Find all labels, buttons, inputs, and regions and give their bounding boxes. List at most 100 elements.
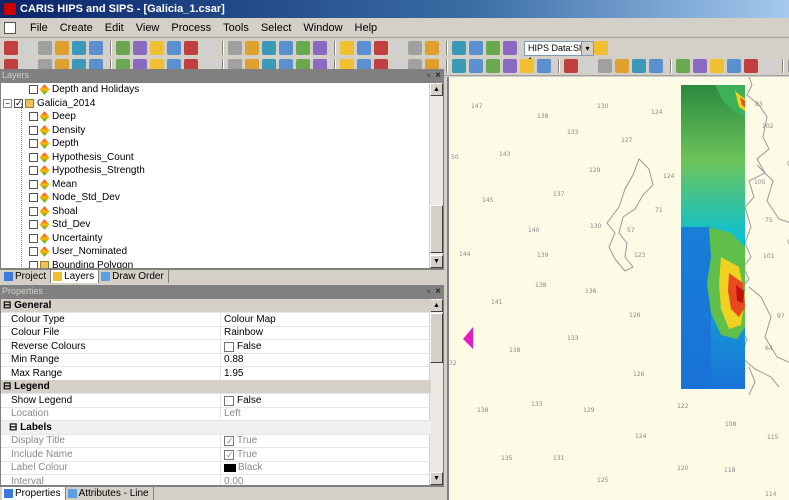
menu-window[interactable]: Window xyxy=(297,19,348,37)
scroll-thumb[interactable] xyxy=(430,205,443,253)
property-row[interactable]: Label Colour Black xyxy=(1,461,431,475)
properties-scrollbar[interactable]: ▲ ▼ xyxy=(429,299,443,485)
scroll-down-icon[interactable]: ▼ xyxy=(430,255,443,268)
toolbar-tool-icon[interactable] xyxy=(452,59,466,73)
layer-checkbox[interactable] xyxy=(29,193,38,202)
scroll-up-icon[interactable]: ▲ xyxy=(430,83,443,96)
pin-icon[interactable]: ▫ xyxy=(427,285,430,298)
toolbar-tool-icon[interactable] xyxy=(408,41,422,55)
property-value[interactable]: True xyxy=(220,434,431,448)
toolbar-tool-icon[interactable] xyxy=(615,59,629,73)
toolbar-tool-icon[interactable] xyxy=(469,59,483,73)
toolbar-tool-icon[interactable] xyxy=(374,41,388,55)
layer-checkbox[interactable] xyxy=(29,233,38,243)
menu-create[interactable]: Create xyxy=(54,19,99,37)
layer-item[interactable]: Density xyxy=(29,124,85,137)
toolbar-tool-icon[interactable] xyxy=(279,41,293,55)
scroll-down-icon[interactable]: ▼ xyxy=(430,472,443,485)
layer-checkbox[interactable] xyxy=(29,260,38,268)
layer-checkbox[interactable] xyxy=(29,206,38,216)
toolbar-tool-icon[interactable] xyxy=(21,41,35,55)
property-row[interactable]: Colour File Rainbow xyxy=(1,326,431,340)
layer-item[interactable]: Node_Std_Dev xyxy=(29,191,120,204)
toolbar-tool-icon[interactable] xyxy=(632,59,646,73)
menu-view[interactable]: View xyxy=(130,19,166,37)
toolbar-tool-icon[interactable] xyxy=(357,41,371,55)
toolbar-tool-icon[interactable] xyxy=(4,41,18,55)
menu-select[interactable]: Select xyxy=(255,19,298,37)
layer-item[interactable]: Depth xyxy=(29,137,79,150)
toolbar-tool-icon[interactable] xyxy=(761,59,775,73)
layer-checkbox[interactable] xyxy=(29,85,38,94)
property-value[interactable]: True xyxy=(220,447,431,462)
toolbar-tool-icon[interactable] xyxy=(452,41,466,55)
chevron-down-icon[interactable]: ▾ xyxy=(581,41,593,55)
scroll-up-icon[interactable]: ▲ xyxy=(430,299,443,312)
toolbar-tool-icon[interactable] xyxy=(676,59,690,73)
property-row[interactable]: Min Range 0.88 xyxy=(1,353,431,367)
layer-item[interactable]: Uncertainty xyxy=(29,232,103,245)
toolbar-tool-icon[interactable] xyxy=(598,59,612,73)
toolbar-tool-icon[interactable] xyxy=(340,41,354,55)
property-value[interactable]: 0.88 xyxy=(220,353,431,367)
toolbar-tool-icon[interactable] xyxy=(184,41,198,55)
map-canvas[interactable] xyxy=(449,77,789,500)
toolbar-tool-icon[interactable] xyxy=(201,41,215,55)
toolbar-tool-icon[interactable] xyxy=(55,41,69,55)
toolbar-tool-icon[interactable] xyxy=(133,41,147,55)
toolbar-tool-icon[interactable] xyxy=(537,59,551,73)
property-row[interactable]: Display Title True xyxy=(1,434,431,448)
property-category[interactable]: ⊟ Legend xyxy=(1,380,431,394)
property-value[interactable]: 0.00 xyxy=(220,474,431,485)
toolbar-tool-icon[interactable] xyxy=(581,59,595,73)
property-value[interactable]: Rainbow xyxy=(220,326,431,340)
menu-tools[interactable]: Tools xyxy=(217,19,255,37)
checkbox-icon[interactable] xyxy=(224,395,234,406)
toolbar-tool-icon[interactable] xyxy=(228,41,242,55)
toolbar-tool-icon[interactable] xyxy=(744,59,758,73)
menu-process[interactable]: Process xyxy=(165,19,217,37)
menu-file[interactable]: File xyxy=(24,19,54,37)
close-icon[interactable]: × xyxy=(435,69,441,82)
layer-item[interactable]: Depth and Holidays xyxy=(29,83,139,96)
toolbar-tool-icon[interactable] xyxy=(391,41,405,55)
pin-icon[interactable]: ▫ xyxy=(427,69,430,82)
layer-item[interactable]: Deep xyxy=(29,110,76,123)
scroll-thumb[interactable] xyxy=(430,313,443,363)
layer-checkbox[interactable] xyxy=(29,247,38,256)
vessel-combo[interactable]: HIPS Data:Ship 1▾ xyxy=(524,40,594,66)
property-value[interactable]: False xyxy=(220,339,431,354)
toolbar-tool-icon[interactable] xyxy=(693,59,707,73)
toolbar-tool-icon[interactable] xyxy=(594,41,608,55)
toolbar-tool-icon[interactable] xyxy=(262,41,276,55)
property-value[interactable]: Left xyxy=(220,407,431,421)
tab-layers[interactable]: Layers xyxy=(51,270,100,283)
layer-checkbox[interactable] xyxy=(29,179,38,189)
layer-item[interactable]: Mean xyxy=(29,178,77,191)
property-row[interactable]: Colour Type Colour Map xyxy=(1,312,431,327)
layer-checkbox[interactable] xyxy=(29,125,38,135)
property-value[interactable]: 1.95 xyxy=(220,366,431,381)
toolbar-tool-icon[interactable] xyxy=(486,59,500,73)
toolbar-tool-icon[interactable] xyxy=(727,59,741,73)
property-row[interactable]: Location Left xyxy=(1,407,431,421)
toolbar-tool-icon[interactable] xyxy=(564,59,578,73)
toolbar-tool-icon[interactable] xyxy=(116,41,130,55)
layer-item[interactable]: − Galicia_2014 xyxy=(3,97,95,110)
layer-item[interactable]: Bounding Polygon xyxy=(29,259,133,268)
property-value[interactable]: Colour Map xyxy=(220,312,431,327)
tab-properties[interactable]: Properties xyxy=(2,487,66,500)
property-category[interactable]: ⊟ General xyxy=(1,299,431,313)
layers-scrollbar[interactable]: ▲ ▼ xyxy=(429,83,443,268)
property-value[interactable]: False xyxy=(220,393,431,408)
layer-item[interactable]: Hypothesis_Strength xyxy=(29,164,145,177)
property-row[interactable]: Interval 0.00 xyxy=(1,474,431,485)
property-row[interactable]: Max Range 1.95 xyxy=(1,366,431,381)
toolbar-tool-icon[interactable] xyxy=(313,41,327,55)
layer-checkbox[interactable] xyxy=(29,152,38,162)
toolbar-tool-icon[interactable] xyxy=(89,41,103,55)
collapse-icon[interactable]: − xyxy=(3,98,12,108)
layer-checkbox[interactable] xyxy=(29,139,38,148)
toolbar-tool-icon[interactable] xyxy=(503,59,517,73)
toolbar-tool-icon[interactable] xyxy=(503,41,517,55)
